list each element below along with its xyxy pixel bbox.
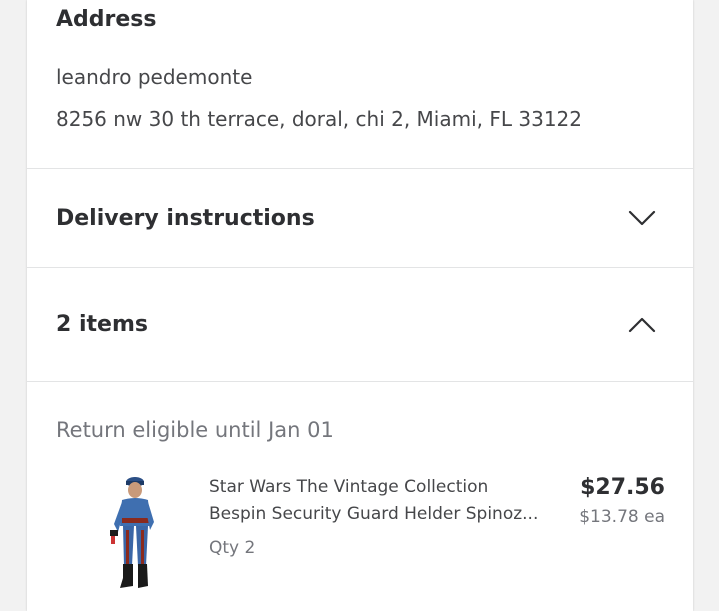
street-address: 8256 nw 30 th terrace, doral, chi 2, Mia… [56,107,582,131]
product-quantity: Qty 2 [209,538,256,558]
recipient-name: leandro pedemonte [56,65,253,89]
product-name-line-1: Star Wars The Vintage Collection [209,477,489,497]
items-count-title: 2 items [56,312,148,337]
list-item[interactable]: Star Wars The Vintage Collection Bespin … [56,474,693,604]
delivery-instructions-title: Delivery instructions [56,205,315,231]
return-eligibility-note: Return eligible until Jan 01 [56,418,334,442]
address-section: Address leandro pedemonte 8256 nw 30 th … [27,0,693,169]
product-name-line-2: Bespin Security Guard Helder Spinoz... [209,504,539,524]
address-heading: Address [56,7,157,32]
product-name[interactable]: Star Wars The Vintage Collection Bespin … [209,474,559,528]
chevron-down-icon [627,209,657,227]
price-total: $27.56 [580,475,665,500]
delivery-instructions-toggle[interactable]: Delivery instructions [27,169,693,268]
chevron-up-icon [627,316,657,334]
items-toggle[interactable]: 2 items [27,268,693,382]
product-price: $27.56 $13.78 ea [579,472,665,530]
product-image[interactable] [88,474,178,592]
items-list: Return eligible until Jan 01 Star Wars T… [27,382,693,604]
price-each: $13.78 ea [579,507,665,527]
order-details-panel: Address leandro pedemonte 8256 nw 30 th … [27,0,693,611]
